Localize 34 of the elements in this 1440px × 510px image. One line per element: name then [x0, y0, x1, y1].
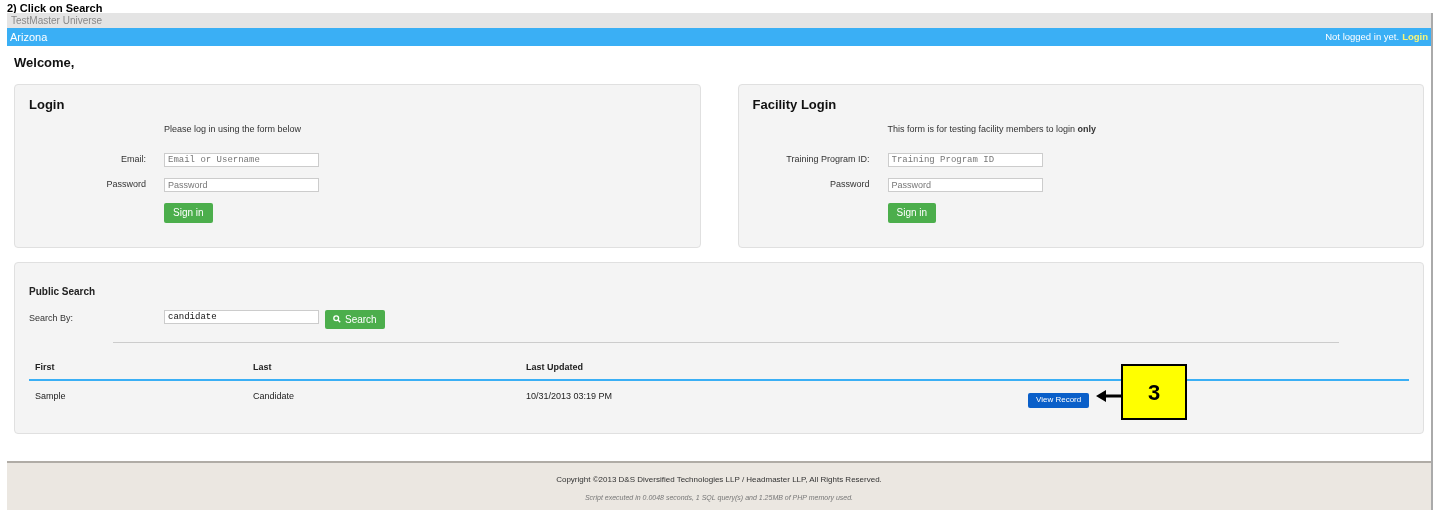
- state-name: Arizona: [10, 29, 48, 45]
- column-header: First: [34, 360, 56, 374]
- column-header: Last: [252, 360, 273, 374]
- panel-title: Public Search: [29, 284, 97, 299]
- field-label: Password: [829, 177, 871, 191]
- search-icon: [333, 315, 341, 323]
- table-cell-text: Sample: [34, 390, 67, 404]
- search-label: Search By:: [29, 311, 75, 325]
- field-label: Email:: [120, 152, 147, 166]
- field-label: Training Program ID:: [785, 152, 871, 166]
- view-record-button[interactable]: View Record: [1028, 392, 1090, 408]
- input-field[interactable]: Training Program ID: [887, 152, 1043, 167]
- search-button[interactable]: Search: [325, 309, 385, 329]
- login-note: This form is for testing facility members to login only: [887, 123, 1097, 136]
- login-link[interactable]: Login: [1402, 29, 1428, 45]
- input-field[interactable]: Password: [164, 177, 319, 192]
- sign-in-button[interactable]: Sign in: [164, 202, 213, 223]
- input-field[interactable]: Password: [887, 177, 1043, 192]
- brand-logo[interactable]: TestMaster Universe: [11, 13, 103, 28]
- copyright-text: Copyright ©2013 D&S Diversified Technologies LLP / Headmaster LLP, All Rights Reserved.: [556, 474, 882, 486]
- search-field[interactable]: candidate: [164, 309, 319, 324]
- field-label: Password: [105, 177, 147, 191]
- login-note: Please log in using the form below: [164, 123, 302, 136]
- table-cell-text: Candidate: [252, 390, 296, 404]
- table-cell-text: 10/31/2013 03:19 PM: [525, 390, 614, 404]
- callout-box: 3: [1121, 364, 1187, 420]
- input-field[interactable]: Email or Username: [164, 152, 319, 167]
- arrow-icon: [1096, 390, 1122, 402]
- column-header: Last Updated: [525, 360, 584, 374]
- panel-title: Login: [29, 95, 66, 114]
- login-status: Not logged in yet.: [1325, 29, 1400, 44]
- sign-in-button[interactable]: Sign in: [887, 202, 937, 223]
- panel-title: Facility Login: [752, 95, 838, 114]
- welcome-heading: Welcome,: [14, 54, 76, 72]
